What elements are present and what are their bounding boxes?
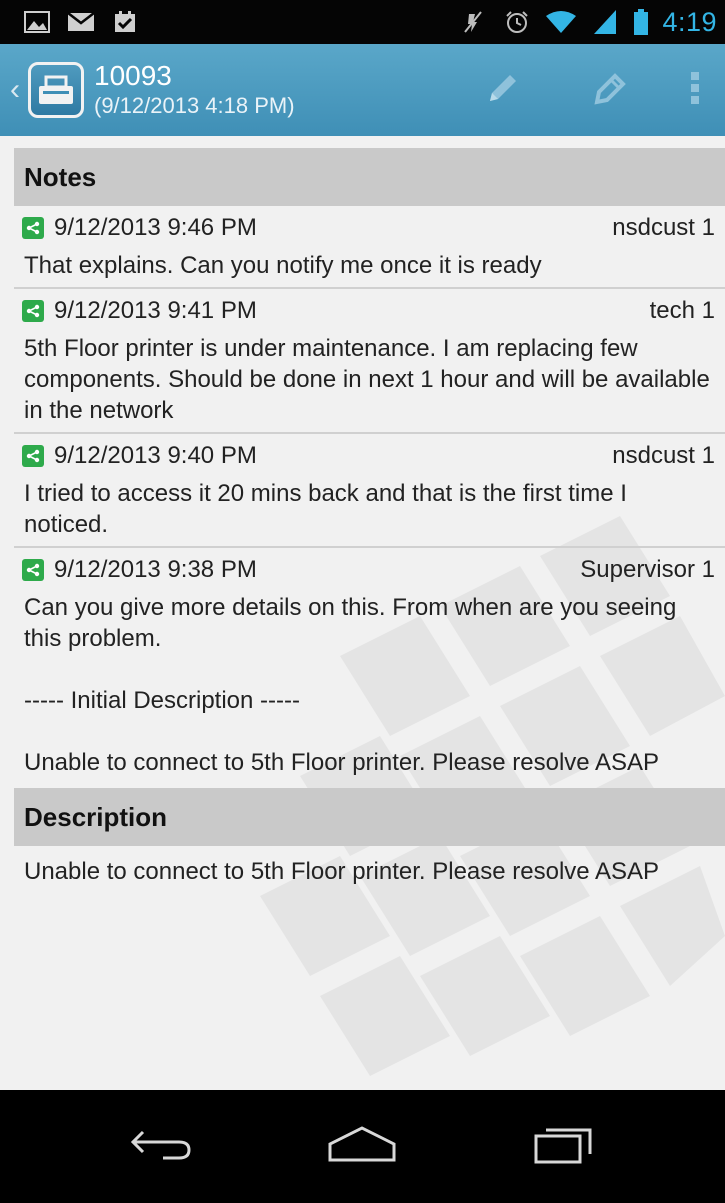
details-panel: Notes 9/12/2013 9:46 PM nsdcust 1 That e… <box>14 148 725 887</box>
note-item[interactable]: 9/12/2013 9:41 PM tech 1 5th Floor print… <box>14 289 725 434</box>
notes-header: Notes <box>14 148 725 206</box>
status-bar: 4:19 <box>0 0 725 44</box>
note-user: tech 1 <box>649 297 715 324</box>
mute-icon <box>458 9 488 35</box>
battery-icon <box>634 9 649 35</box>
note-user: nsdcust 1 <box>612 214 715 241</box>
note-item[interactable]: 9/12/2013 9:38 PM Supervisor 1 Can you g… <box>14 548 725 788</box>
share-icon <box>22 217 44 239</box>
note-header: 9/12/2013 9:38 PM Supervisor 1 <box>14 548 725 592</box>
overflow-menu-icon <box>690 70 700 111</box>
title-block: 10093 (9/12/2013 4:18 PM) <box>94 60 295 120</box>
back-button[interactable] <box>101 1112 221 1182</box>
app-icon[interactable] <box>28 62 84 118</box>
page-title: 10093 <box>94 60 172 91</box>
note-header: 9/12/2013 9:41 PM tech 1 <box>14 289 725 333</box>
note-timestamp: 9/12/2013 9:46 PM <box>54 214 257 241</box>
note-user: Supervisor 1 <box>580 556 715 583</box>
pencil-icon <box>486 71 520 110</box>
note-header: 9/12/2013 9:40 PM nsdcust 1 <box>14 434 725 478</box>
share-icon <box>22 559 44 581</box>
signal-icon <box>590 9 620 35</box>
picture-icon <box>22 9 52 35</box>
back-icon <box>129 1126 193 1167</box>
note-text: That explains. Can you notify me once it… <box>24 252 542 279</box>
note-text: I tried to access it 20 mins back and th… <box>24 480 627 538</box>
note-timestamp: 9/12/2013 9:38 PM <box>54 556 257 583</box>
description-header: Description <box>14 788 725 846</box>
share-icon <box>22 300 44 322</box>
note-text: Can you give more details on this. From … <box>24 594 677 776</box>
overflow-menu-button[interactable] <box>665 44 725 136</box>
note-timestamp: 9/12/2013 9:41 PM <box>54 297 257 324</box>
edit-tag-icon <box>593 70 629 111</box>
description-text: Unable to connect to 5th Floor printer. … <box>24 858 660 885</box>
recent-apps-button[interactable] <box>504 1112 624 1182</box>
home-button[interactable] <box>302 1112 422 1182</box>
edit-button[interactable] <box>449 44 557 136</box>
alarm-icon <box>502 9 532 35</box>
note-item[interactable]: 9/12/2013 9:40 PM nsdcust 1 I tried to a… <box>14 434 725 548</box>
note-item[interactable]: 9/12/2013 9:46 PM nsdcust 1 That explain… <box>14 206 725 289</box>
recent-apps-icon <box>532 1124 596 1169</box>
wifi-icon <box>546 9 577 35</box>
up-navigation-icon[interactable]: ‹ <box>10 75 24 105</box>
navigation-bar <box>0 1090 725 1203</box>
note-user: nsdcust 1 <box>612 442 715 469</box>
page-subtitle: (9/12/2013 4:18 PM) <box>94 93 295 118</box>
home-icon <box>326 1124 398 1169</box>
mail-icon <box>66 9 96 35</box>
share-icon <box>22 445 44 467</box>
status-time: 4:19 <box>662 6 717 37</box>
note-header: 9/12/2013 9:46 PM nsdcust 1 <box>14 206 725 250</box>
note-timestamp: 9/12/2013 9:40 PM <box>54 442 257 469</box>
checkbox-icon <box>110 9 140 35</box>
edit-tag-button[interactable] <box>557 44 665 136</box>
action-bar: ‹ 10093 (9/12/2013 4:18 PM) <box>0 44 725 136</box>
action-buttons <box>449 44 725 136</box>
note-text: 5th Floor printer is under maintenance. … <box>24 335 710 424</box>
content-area[interactable]: Notes 9/12/2013 9:46 PM nsdcust 1 That e… <box>0 136 725 1090</box>
